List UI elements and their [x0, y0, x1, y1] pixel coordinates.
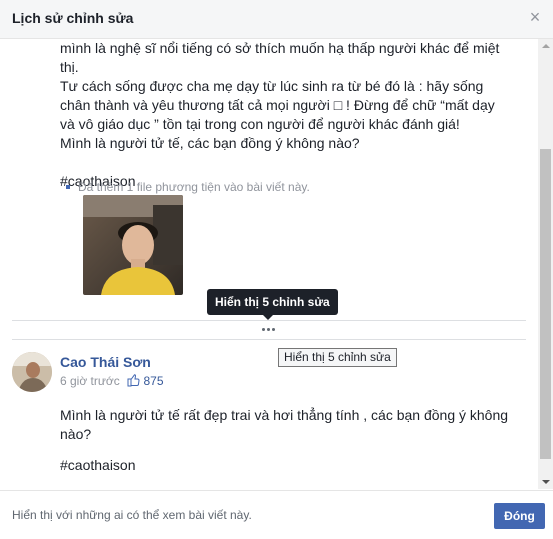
edit-history-dialog: Lịch sử chỉnh sửa × mình là nghệ sĩ nổi … [0, 0, 553, 539]
previous-edit-line-2: Tư cách sống được cha mẹ dạy từ lúc sinh… [60, 78, 495, 132]
scrollbar-thumb[interactable] [540, 149, 551, 459]
tooltip-show-edits: Hiển thị 5 chỉnh sửa [207, 289, 338, 320]
author-name[interactable]: Cao Thái Sơn [60, 354, 151, 370]
post-time[interactable]: 6 giờ trước [60, 374, 120, 388]
post-text: Mình là người tử tế rất đẹp trai và hơi … [60, 407, 509, 442]
divider [12, 320, 526, 321]
previous-edit-text: mình là nghệ sĩ nổi tiếng có sở thích mu… [60, 39, 510, 191]
previous-edit-line-3: Mình là người tử tế, các bạn đồng ý khôn… [60, 135, 360, 151]
edit-history-scroll-area[interactable]: mình là nghệ sĩ nổi tiếng có sở thích mu… [0, 39, 538, 489]
browser-tooltip-show-edits: Hiển thị 5 chỉnh sửa [278, 348, 397, 367]
avatar[interactable] [12, 352, 52, 392]
dialog-footer: Hiển thị với những ai có thể xem bài viế… [0, 490, 553, 539]
dot [272, 328, 275, 331]
dialog-title: Lịch sử chỉnh sửa [12, 10, 134, 26]
dialog-header: Lịch sử chỉnh sửa × [0, 0, 553, 39]
dot [262, 328, 265, 331]
dot [267, 328, 270, 331]
like-count[interactable]: 875 [143, 374, 163, 388]
scroll-down-arrow-icon[interactable] [538, 474, 553, 489]
divider [12, 339, 526, 340]
previous-edit-line-1: mình là nghệ sĩ nổi tiếng có sở thích mu… [60, 40, 500, 75]
post-hashtag[interactable]: #caothaison [60, 457, 136, 473]
show-more-edits-button[interactable] [259, 323, 279, 335]
post-meta: 6 giờ trước 875 [60, 374, 164, 388]
media-note-text: Đã thêm 1 file phương tiện vào bài viết … [78, 180, 310, 194]
media-added-note: Đã thêm 1 file phương tiện vào bài viết … [66, 180, 310, 194]
photo-image [83, 195, 183, 295]
scroll-up-arrow-icon[interactable] [538, 39, 553, 54]
visibility-note: Hiển thị với những ai có thể xem bài viế… [12, 508, 252, 522]
like-icon [127, 374, 140, 387]
attached-photo[interactable] [83, 195, 183, 295]
close-icon[interactable]: × [527, 8, 543, 26]
close-button[interactable]: Đóng [494, 503, 545, 529]
bullet-icon [66, 184, 70, 189]
scrollbar[interactable] [538, 39, 553, 489]
avatar-image [12, 352, 52, 392]
